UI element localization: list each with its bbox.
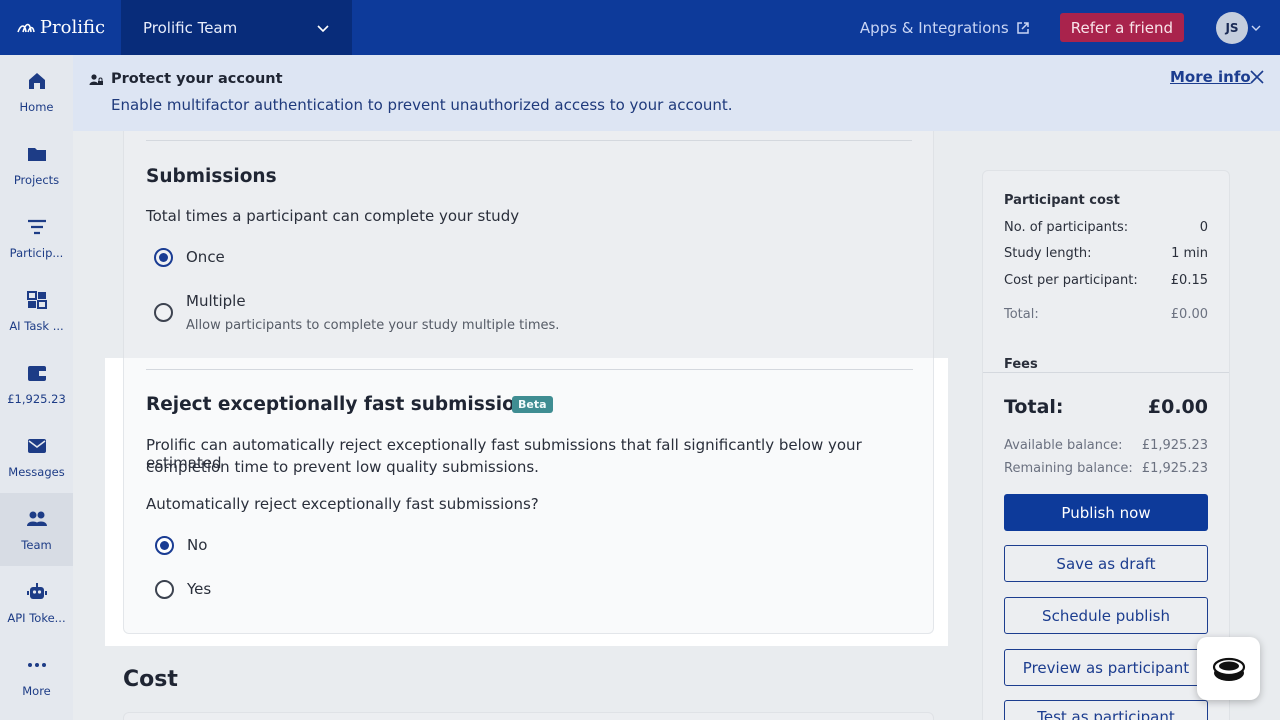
radio-no[interactable]: [155, 536, 174, 555]
sidebar-item-messages[interactable]: Messages: [0, 420, 73, 493]
refer-friend-button[interactable]: Refer a friend: [1059, 13, 1184, 42]
sidebar-item-label: AI Task ...: [9, 318, 64, 333]
sidebar-item-home[interactable]: Home: [0, 55, 73, 128]
remaining-balance-value: £1,925.23: [1141, 461, 1208, 476]
top-bar: Prolific Prolific Team Apps & Integratio…: [0, 0, 1280, 55]
user-menu[interactable]: JS: [1216, 11, 1261, 44]
more-info-link[interactable]: More info: [1170, 68, 1251, 86]
reject-question: Automatically reject exceptionally fast …: [146, 495, 539, 513]
divider: [146, 369, 913, 370]
sidebar-item-balance[interactable]: £1,925.23: [0, 347, 73, 420]
subtotal-value: £0.00: [1170, 307, 1208, 322]
sidebar-item-projects[interactable]: Projects: [0, 128, 73, 201]
chat-icon: [1212, 657, 1245, 681]
chevron-down-icon: [1251, 25, 1261, 31]
help-chat-button[interactable]: [1197, 637, 1260, 700]
sidebar-item-label: More: [22, 683, 51, 698]
sidebar-item-more[interactable]: More: [0, 639, 73, 712]
test-participant-button[interactable]: Test as participant: [1004, 700, 1208, 720]
cost-title: Cost: [123, 667, 178, 692]
avatar: JS: [1216, 11, 1248, 44]
sidebar-item-ai-task[interactable]: AI Task ...: [0, 274, 73, 347]
study-length-value: 1 min: [1171, 246, 1208, 261]
study-length-label: Study length:: [1004, 246, 1092, 261]
sidebar-item-team[interactable]: Team: [0, 493, 73, 566]
radio-once-label: Once: [186, 248, 225, 266]
apps-integrations-link[interactable]: Apps & Integrations: [860, 19, 1030, 37]
cost-card: [123, 712, 934, 720]
workspace-selector[interactable]: Prolific Team: [121, 0, 352, 55]
preview-participant-button[interactable]: Preview as participant: [1004, 649, 1208, 686]
logo-text: Prolific: [39, 17, 106, 38]
submissions-title: Submissions: [146, 166, 277, 187]
sidebar-item-label: Projects: [13, 172, 60, 187]
subtotal-label: Total:: [1004, 307, 1039, 322]
radio-multiple-help: Allow participants to complete your stud…: [186, 318, 560, 333]
reject-title: Reject exceptionally fast submissions: [146, 394, 540, 415]
participants-value: 0: [1199, 220, 1208, 235]
close-icon[interactable]: [1249, 69, 1265, 85]
radio-multiple-label: Multiple: [186, 292, 246, 310]
radio-yes[interactable]: [155, 580, 174, 599]
filter-icon: [27, 219, 46, 234]
radio-yes-label: Yes: [187, 580, 212, 598]
sidebar: Home Projects Particip... AI Task ... £1…: [0, 55, 73, 720]
sidebar-item-label: Team: [21, 537, 52, 552]
reject-description-2: completion time to prevent low quality s…: [146, 458, 539, 476]
wallet-icon: [27, 365, 46, 381]
publish-now-button[interactable]: Publish now: [1004, 494, 1208, 531]
beta-badge: Beta: [512, 396, 553, 413]
schedule-publish-button[interactable]: Schedule publish: [1004, 597, 1208, 634]
workspace-name: Prolific Team: [143, 18, 238, 37]
user-lock-icon: [89, 74, 103, 85]
radio-no-label: No: [187, 536, 208, 554]
mail-icon: [27, 438, 46, 453]
sidebar-item-api-tokens[interactable]: API Toke...: [0, 566, 73, 639]
banner-title: Protect your account: [111, 71, 283, 87]
folder-icon: [27, 147, 46, 161]
available-balance-label: Available balance:: [1004, 438, 1123, 453]
robot-icon: [26, 582, 47, 599]
more-icon: [27, 662, 46, 667]
banner-text: Enable multifactor authentication to pre…: [111, 96, 733, 114]
save-draft-button[interactable]: Save as draft: [1004, 545, 1208, 582]
mfa-banner: Protect your account Enable multifactor …: [73, 55, 1280, 131]
submissions-question: Total times a participant can complete y…: [146, 207, 520, 225]
available-balance-value: £1,925.23: [1141, 438, 1208, 453]
divider: [146, 140, 912, 141]
sidebar-item-label: Home: [19, 99, 54, 114]
home-icon: [28, 72, 45, 89]
ai-task-icon: [26, 290, 47, 309]
cost-per-participant-value: £0.15: [1170, 273, 1208, 288]
team-icon: [26, 511, 47, 526]
prolific-logo[interactable]: Prolific: [0, 0, 121, 55]
sidebar-item-label: API Toke...: [7, 610, 66, 625]
fees-title: Fees: [1004, 357, 1038, 372]
apps-integrations-label: Apps & Integrations: [859, 18, 1009, 37]
sidebar-item-label: £1,925.23: [7, 391, 66, 406]
sidebar-item-label: Messages: [8, 464, 65, 479]
sidebar-item-participants[interactable]: Particip...: [0, 201, 73, 274]
reject-fast-section: Reject exceptionally fast submissions Be…: [105, 358, 948, 646]
reject-fast-card: Reject exceptionally fast submissions Be…: [123, 358, 934, 634]
chevron-down-icon: [317, 24, 329, 32]
prolific-logo-icon: [17, 23, 35, 32]
radio-multiple[interactable]: [154, 303, 173, 322]
participant-cost-title: Participant cost: [1004, 193, 1120, 208]
divider: [983, 372, 1229, 373]
external-link-icon: [1016, 21, 1029, 34]
total-label: Total:: [1004, 396, 1064, 418]
total-value: £0.00: [1147, 396, 1208, 418]
radio-once[interactable]: [154, 248, 173, 267]
sidebar-item-label: Particip...: [9, 245, 64, 260]
